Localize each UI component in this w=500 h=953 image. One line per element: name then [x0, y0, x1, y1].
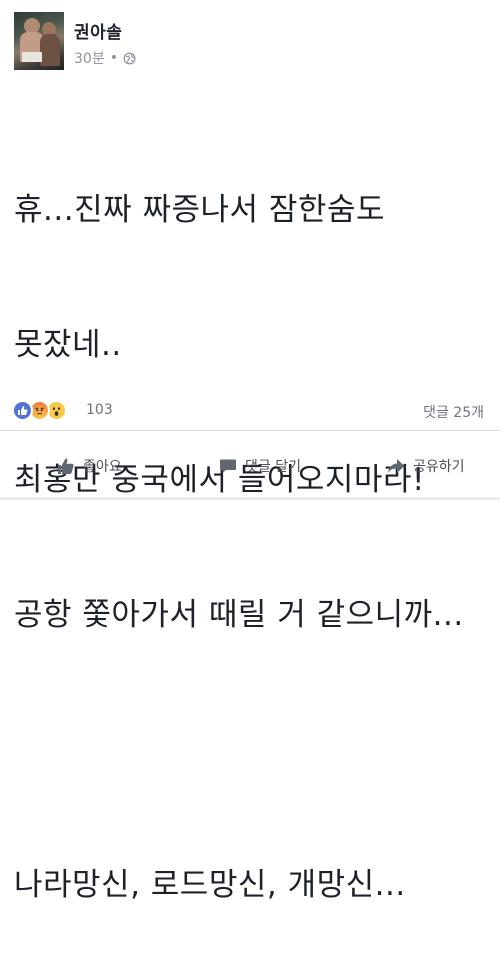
post-header: 권아솔 30분 •	[0, 0, 500, 80]
post-line: 못잤네..	[14, 327, 122, 363]
comments-count[interactable]: 댓글 25개	[423, 402, 484, 422]
share-button[interactable]: 공유하기	[386, 446, 465, 486]
meta-separator: •	[109, 50, 118, 66]
post-time[interactable]: 30분	[74, 48, 105, 68]
like-icon	[12, 400, 33, 421]
post-line: 휴...진짜 짜증나서 잠한숨도	[14, 192, 385, 228]
post-line: 공항 쫓아가서 때릴 거 같으니까...	[14, 597, 464, 633]
globe-icon[interactable]	[123, 52, 136, 65]
comment-button[interactable]: 댓글 달기	[218, 446, 301, 486]
post-line-blank	[14, 728, 494, 773]
author-name[interactable]: 권아솔	[74, 18, 122, 43]
post-text: 휴...진짜 짜증나서 잠한숨도 못잤네.. 최홍만 중국에서 들어오지마라! …	[14, 98, 494, 953]
like-label: 좋아요	[83, 459, 122, 475]
share-label: 공유하기	[413, 459, 465, 475]
comment-label: 댓글 달기	[245, 459, 301, 475]
divider	[0, 430, 500, 431]
post-line: 나라망신, 로드망신, 개망신...	[14, 867, 406, 903]
action-bar: 좋아요 댓글 달기 공유하기	[0, 446, 500, 486]
reactions-bar: 103 댓글 25개	[12, 398, 488, 426]
avatar[interactable]	[14, 12, 64, 70]
like-button[interactable]: 좋아요	[56, 446, 122, 486]
thumbs-up-icon	[56, 456, 76, 476]
comment-icon	[218, 456, 238, 476]
reaction-count[interactable]: 103	[86, 402, 113, 418]
post-meta: 30분 •	[74, 48, 136, 68]
share-icon	[386, 456, 406, 476]
reaction-icons[interactable]	[12, 400, 80, 422]
